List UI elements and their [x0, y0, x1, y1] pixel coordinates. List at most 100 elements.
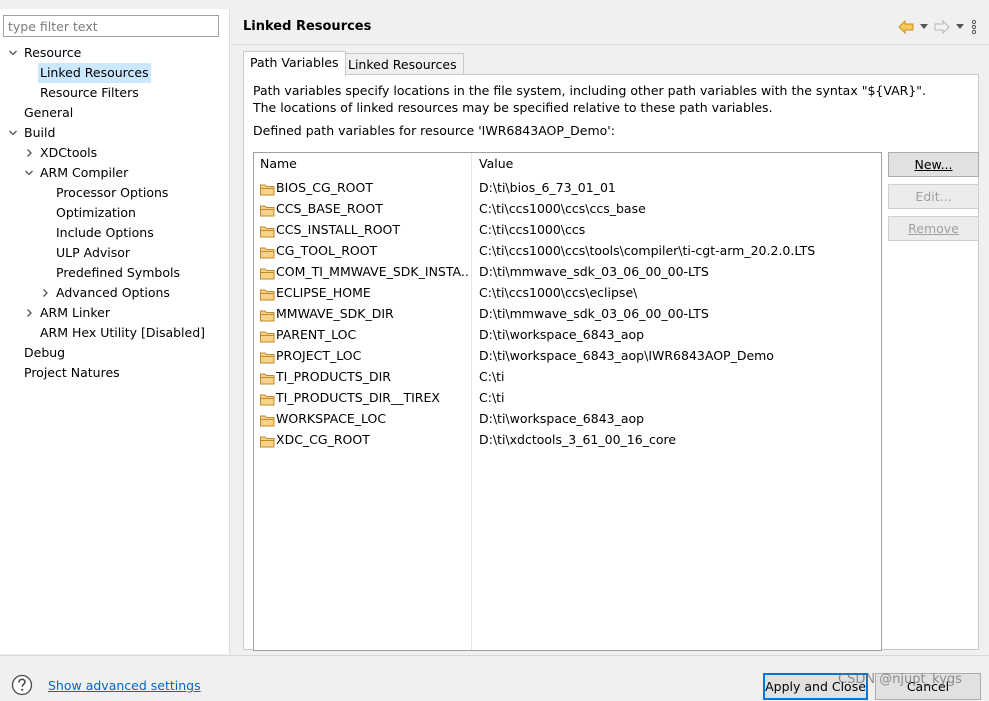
help-icon[interactable]	[11, 674, 33, 696]
folder-icon	[260, 307, 275, 322]
remove-button[interactable]: Remove	[888, 216, 979, 241]
tree-item[interactable]: XDCtools	[0, 143, 229, 163]
variable-name: MMWAVE_SDK_DIR	[276, 306, 394, 321]
variable-value: C:\ti	[479, 369, 505, 384]
table-row[interactable]: COM_TI_MMWAVE_SDK_INSTA... D:\ti\mmwave_s…	[254, 261, 881, 282]
table-row[interactable]: CCS_BASE_ROOT C:\ti\ccs1000\ccs\ccs_base	[254, 198, 881, 219]
folder-icon	[260, 349, 275, 364]
back-dropdown-icon[interactable]	[919, 18, 929, 36]
filter-field[interactable]	[3, 15, 219, 37]
tree-item-label: General	[24, 105, 74, 120]
variable-name: WORKSPACE_LOC	[276, 411, 387, 426]
filter-input[interactable]	[4, 16, 218, 36]
table-row[interactable]: TI_PRODUCTS_DIR__TIREX C:\ti	[254, 387, 881, 408]
tree-item-label: Include Options	[56, 225, 154, 240]
tree-item-label: Advanced Options	[56, 285, 170, 300]
variable-name: COM_TI_MMWAVE_SDK_INSTA...	[276, 264, 468, 279]
variable-name: CCS_INSTALL_ROOT	[276, 222, 401, 237]
back-arrow-icon[interactable]	[897, 18, 915, 36]
variable-value: D:\ti\mmwave_sdk_03_06_00_00-LTS	[479, 306, 709, 321]
tree-item[interactable]: Advanced Options	[0, 283, 229, 303]
table-row[interactable]: BIOS_CG_ROOT D:\ti\bios_6_73_01_01	[254, 177, 881, 198]
tree-item-label: ARM Linker	[40, 305, 110, 320]
table-row[interactable]: WORKSPACE_LOC D:\ti\workspace_6843_aop	[254, 408, 881, 429]
folder-icon	[260, 181, 275, 196]
variable-name: BIOS_CG_ROOT	[276, 180, 373, 195]
tree-item-label: Resource Filters	[40, 85, 139, 100]
footer-separator	[0, 655, 989, 656]
folder-icon	[260, 202, 275, 217]
table-row[interactable]: PARENT_LOC D:\ti\workspace_6843_aop	[254, 324, 881, 345]
table-rows: BIOS_CG_ROOT D:\ti\bios_6_73_01_01 CCS_BAS…	[254, 177, 881, 450]
apply-and-close-button[interactable]: Apply and Close	[763, 673, 868, 700]
folder-icon	[260, 223, 275, 238]
tree-item[interactable]: Project Natures	[0, 363, 229, 383]
show-advanced-settings-link[interactable]: Show advanced settings	[48, 678, 201, 693]
tree-item[interactable]: ARM Hex Utility [Disabled]	[0, 323, 229, 343]
table-row[interactable]: CCS_INSTALL_ROOT C:\ti\ccs1000\ccs	[254, 219, 881, 240]
expand-chevron-down-icon[interactable]	[7, 43, 19, 63]
path-variables-table[interactable]: Name Value BIOS_CG_ROOT D:\ti\bios_6_73_0…	[253, 152, 882, 651]
folder-icon	[260, 286, 275, 301]
tree-item[interactable]: Build	[0, 123, 229, 143]
folder-icon	[260, 391, 275, 406]
tree-item-label: Resource	[24, 45, 82, 60]
table-row[interactable]: MMWAVE_SDK_DIR D:\ti\mmwave_sdk_03_06_00_…	[254, 303, 881, 324]
description-text-2: The locations of linked resources may be…	[253, 100, 773, 115]
tree-item-label: ULP Advisor	[56, 245, 131, 260]
column-header-value[interactable]: Value	[473, 153, 881, 175]
panel-divider[interactable]	[229, 9, 230, 654]
description-text: Path variables specify locations in the …	[253, 83, 927, 98]
variable-name: CG_TOOL_ROOT	[276, 243, 378, 258]
table-row[interactable]: XDC_CG_ROOT D:\ti\xdctools_3_61_00_16_cor…	[254, 429, 881, 450]
table-row[interactable]: TI_PRODUCTS_DIR C:\ti	[254, 366, 881, 387]
view-menu-icon[interactable]	[969, 18, 979, 36]
path-variables-tab-content: Path variables specify locations in the …	[243, 74, 979, 651]
expand-chevron-right-icon[interactable]	[23, 303, 35, 323]
folder-icon	[260, 328, 275, 343]
folder-icon	[260, 412, 275, 427]
folder-icon	[260, 370, 275, 385]
variable-value: D:\ti\workspace_6843_aop\IWR6843AOP_Demo	[479, 348, 774, 363]
tree-item[interactable]: Include Options	[0, 223, 229, 243]
variable-value: C:\ti	[479, 390, 505, 405]
tree-item-label: Processor Options	[56, 185, 169, 200]
variable-name: TI_PRODUCTS_DIR__TIREX	[276, 390, 440, 405]
variable-value: D:\ti\bios_6_73_01_01	[479, 180, 616, 195]
expand-chevron-right-icon[interactable]	[39, 283, 51, 303]
tree-item-label: ARM Compiler	[40, 165, 129, 180]
table-row[interactable]: CG_TOOL_ROOT C:\ti\ccs1000\ccs\tools\comp…	[254, 240, 881, 261]
forward-arrow-icon[interactable]	[933, 18, 951, 36]
tab-linked-resources[interactable]: Linked Resources	[341, 53, 464, 75]
table-row[interactable]: PROJECT_LOC D:\ti\workspace_6843_aop\IWR6…	[254, 345, 881, 366]
cancel-button[interactable]: Cancel	[875, 673, 981, 700]
tree-item[interactable]: Processor Options	[0, 183, 229, 203]
category-tree: Resource Linked Resources Resource Filters…	[0, 43, 229, 383]
variable-value: D:\ti\mmwave_sdk_03_06_00_00-LTS	[479, 264, 709, 279]
tree-item[interactable]: Predefined Symbols	[0, 263, 229, 283]
tree-item[interactable]: ARM Linker	[0, 303, 229, 323]
tree-item-label: Predefined Symbols	[56, 265, 180, 280]
expand-chevron-down-icon[interactable]	[7, 123, 19, 143]
expand-chevron-down-icon[interactable]	[23, 163, 35, 183]
tree-item[interactable]: General	[0, 103, 229, 123]
page-navigation	[897, 17, 979, 37]
tree-item[interactable]: Linked Resources	[0, 63, 229, 83]
tree-item[interactable]: Resource Filters	[0, 83, 229, 103]
variable-name: PARENT_LOC	[276, 327, 357, 342]
tree-item[interactable]: ARM Compiler	[0, 163, 229, 183]
forward-dropdown-icon[interactable]	[955, 18, 965, 36]
column-header-name[interactable]: Name	[254, 153, 472, 175]
defined-variables-label: Defined path variables for resource 'IWR…	[253, 123, 615, 138]
tree-item[interactable]: Debug	[0, 343, 229, 363]
tree-item[interactable]: Resource	[0, 43, 229, 63]
table-row[interactable]: ECLIPSE_HOME C:\ti\ccs1000\ccs\eclipse\	[254, 282, 881, 303]
tab-path-variables[interactable]: Path Variables	[243, 51, 346, 76]
tree-item[interactable]: ULP Advisor	[0, 243, 229, 263]
edit-button[interactable]: Edit...	[888, 184, 979, 209]
expand-chevron-right-icon[interactable]	[23, 143, 35, 163]
tree-item[interactable]: Optimization	[0, 203, 229, 223]
new-button[interactable]: New...	[888, 152, 979, 177]
variable-name: CCS_BASE_ROOT	[276, 201, 383, 216]
variable-value: D:\ti\workspace_6843_aop	[479, 411, 645, 426]
